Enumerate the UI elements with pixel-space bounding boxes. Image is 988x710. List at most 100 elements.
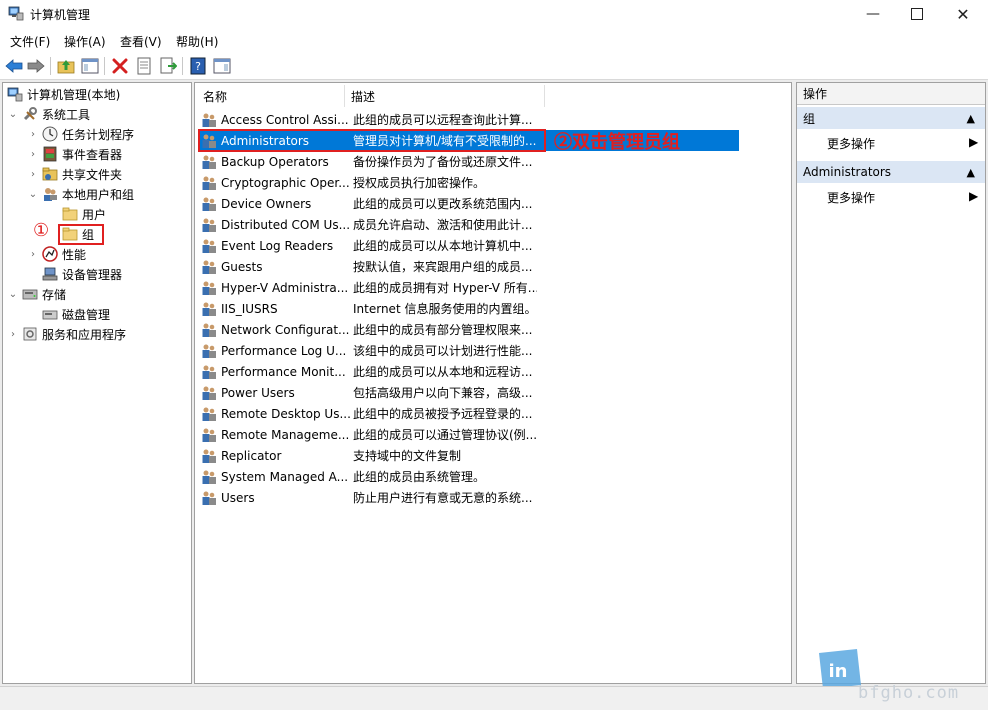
menu-view[interactable]: 查看(V) <box>120 33 162 50</box>
show-hide-tree-button[interactable] <box>80 56 100 76</box>
tree-item-performance[interactable]: › 性能 <box>27 245 86 263</box>
group-name: Event Log Readers <box>221 238 334 253</box>
tree-item-task-scheduler[interactable]: › 任务计划程序 <box>27 125 134 143</box>
menu-help[interactable]: 帮助(H) <box>176 33 218 50</box>
toolbar-separator <box>104 57 105 75</box>
expand-closed-icon[interactable]: › <box>27 148 39 160</box>
column-header-description[interactable]: 描述 <box>345 85 545 107</box>
table-row[interactable]: Cryptographic Oper... 授权成员执行加密操作。 <box>199 172 739 193</box>
table-row[interactable]: Power Users 包括高级用户以向下兼容，高级... <box>199 382 739 403</box>
tree-item-storage[interactable]: ⌄ 存储 <box>7 285 66 303</box>
table-row[interactable]: Backup Operators 备份操作员为了备份或还原文件... <box>199 151 739 172</box>
delete-x-icon <box>112 58 128 74</box>
table-row[interactable]: Performance Monit... 此组的成员可以从本地和远程访... <box>199 361 739 382</box>
tree-item-event-viewer[interactable]: › 事件查看器 <box>27 145 122 163</box>
menu-bar: 文件(F) 操作(A) 查看(V) 帮助(H) <box>0 30 988 52</box>
maximize-icon <box>911 8 923 20</box>
column-header-name[interactable]: 名称 <box>197 85 345 107</box>
group-name: Remote Manageme... <box>221 427 350 442</box>
table-row[interactable]: Event Log Readers 此组的成员可以从本地计算机中... <box>199 235 739 256</box>
tree-item-users[interactable]: 用户 <box>62 205 106 223</box>
group-icon <box>202 449 216 463</box>
table-row[interactable]: Guests 按默认值，来宾跟用户组的成员... <box>199 256 739 277</box>
actions-section-groups[interactable]: 组 ▲ <box>797 107 985 129</box>
tree-label: 性能 <box>62 247 87 262</box>
close-button[interactable]: ✕ <box>940 0 986 28</box>
collapse-up-icon[interactable]: ▲ <box>967 166 975 179</box>
group-description: 此组的成员可以更改系统范围内... <box>353 197 533 211</box>
group-icon <box>202 281 216 295</box>
svg-text:?: ? <box>195 60 201 73</box>
tree-label: 任务计划程序 <box>62 127 135 142</box>
group-description: 包括高级用户以向下兼容，高级... <box>353 386 533 400</box>
minimize-button[interactable]: — <box>850 0 896 28</box>
tree-root[interactable]: 计算机管理(本地) <box>7 85 120 103</box>
delete-button[interactable] <box>110 56 130 76</box>
table-row[interactable]: Network Configurat... 此组中的成员有部分管理权限来... <box>199 319 739 340</box>
tree-item-disk-management[interactable]: 磁盘管理 <box>42 305 110 323</box>
expand-closed-icon[interactable]: › <box>27 248 39 260</box>
table-row[interactable]: Users 防止用户进行有意或无意的系统... <box>199 487 739 508</box>
group-icon <box>202 386 216 400</box>
group-name: System Managed A... <box>221 469 349 484</box>
menu-file[interactable]: 文件(F) <box>10 33 50 50</box>
properties-button[interactable] <box>134 56 154 76</box>
collapse-up-icon[interactable]: ▲ <box>967 112 975 125</box>
tree-item-local-users-groups[interactable]: ⌄ 本地用户和组 <box>27 185 134 203</box>
close-icon: ✕ <box>956 4 970 24</box>
table-row[interactable]: IIS_IUSRS Internet 信息服务使用的内置组。 <box>199 298 739 319</box>
actions-section-administrators[interactable]: Administrators ▲ <box>797 161 985 183</box>
maximize-button[interactable] <box>894 0 940 28</box>
tree-item-device-manager[interactable]: 设备管理器 <box>42 265 122 283</box>
menu-action[interactable]: 操作(A) <box>64 33 106 50</box>
tree-item-system-tools[interactable]: ⌄ 系统工具 <box>7 105 90 123</box>
table-row[interactable]: Access Control Assi... 此组的成员可以远程查询此计算... <box>199 109 739 130</box>
table-row[interactable]: Distributed COM Us... 成员允许启动、激活和使用此计... <box>199 214 739 235</box>
expand-open-icon[interactable]: ⌄ <box>7 108 19 120</box>
table-row[interactable]: Device Owners 此组的成员可以更改系统范围内... <box>199 193 739 214</box>
help-button[interactable]: ? <box>188 56 208 76</box>
group-name: Power Users <box>221 385 295 400</box>
section-title: 组 <box>803 111 816 126</box>
annotation-step1: ① <box>33 220 50 241</box>
table-row[interactable]: Remote Manageme... 此组的成员可以通过管理协议(例... <box>199 424 739 445</box>
tree-label: 计算机管理(本地) <box>27 87 121 102</box>
expand-open-icon[interactable]: ⌄ <box>27 188 39 200</box>
expand-closed-icon[interactable]: › <box>27 128 39 140</box>
more-actions-administrators[interactable]: 更多操作 ▶ <box>827 189 978 206</box>
table-row[interactable]: Performance Log U... 该组中的成员可以计划进行性能... <box>199 340 739 361</box>
group-name: Device Owners <box>221 196 312 211</box>
computer-management-icon <box>7 87 23 102</box>
group-description: 此组中的成员被授予远程登录的... <box>353 407 533 421</box>
group-icon <box>202 344 216 358</box>
tree-item-shared-folders[interactable]: › 共享文件夹 <box>27 165 122 183</box>
more-actions-groups[interactable]: 更多操作 ▶ <box>827 135 978 152</box>
export-list-button[interactable] <box>158 56 178 76</box>
table-row[interactable]: Remote Desktop Us... 此组中的成员被授予远程登录的... <box>199 403 739 424</box>
table-row[interactable]: Replicator 支持域中的文件复制 <box>199 445 739 466</box>
disk-management-icon <box>42 310 58 320</box>
annotation-box-groups <box>58 224 104 245</box>
up-folder-button[interactable] <box>56 56 76 76</box>
show-hide-action-pane-button[interactable] <box>212 56 232 76</box>
expand-open-icon[interactable]: ⌄ <box>7 288 19 300</box>
tree-label: 用户 <box>82 207 107 222</box>
folder-icon <box>62 207 78 221</box>
back-button[interactable] <box>4 56 24 76</box>
tree-label: 设备管理器 <box>62 267 123 282</box>
group-icon <box>202 197 216 211</box>
properties-icon <box>137 57 151 75</box>
group-icon <box>202 302 216 316</box>
tree-item-services-apps[interactable]: › 服务和应用程序 <box>7 325 126 343</box>
table-row[interactable]: System Managed A... 此组的成员由系统管理。 <box>199 466 739 487</box>
toolbar-separator <box>50 57 51 75</box>
expand-closed-icon[interactable]: › <box>7 328 19 340</box>
forward-button[interactable] <box>26 56 46 76</box>
group-name: IIS_IUSRS <box>221 301 278 316</box>
group-icon <box>202 470 216 484</box>
tree-label: 本地用户和组 <box>62 187 135 202</box>
group-description: 此组中的成员有部分管理权限来... <box>353 323 533 337</box>
expand-closed-icon[interactable]: › <box>27 168 39 180</box>
users-icon <box>44 188 57 201</box>
table-row[interactable]: Hyper-V Administra... 此组的成员拥有对 Hyper-V 所有… <box>199 277 739 298</box>
